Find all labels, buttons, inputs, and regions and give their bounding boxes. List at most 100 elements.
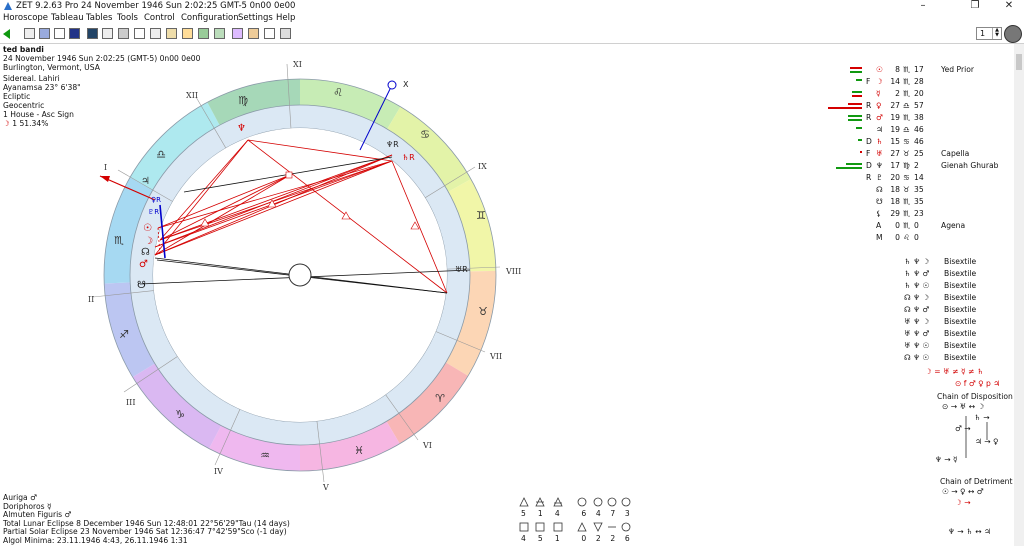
strength-bar [836,167,862,169]
saturn-retro-glyph[interactable]: ♄R [402,153,415,162]
position-fixed-star: Agena [941,221,966,230]
bisextile-glyphs: ♄ ♆ ☉ [904,281,930,290]
position-planet-glyph: ♅ [876,149,883,158]
position-planet-glyph: ♃ [876,125,883,134]
count-top-5: 4 [595,509,601,518]
reception-line-1: ☽ = ♅ ≠ ☿ ≠ ♄ [925,367,984,376]
count-bottom-2: 5 [537,534,543,543]
scrollbar-thumb[interactable] [1016,54,1022,70]
position-flag: D [866,161,872,170]
close-button[interactable]: ✕ [994,0,1024,12]
notes-button-icon[interactable] [182,28,193,39]
uranus-retro-glyph[interactable]: ♅R [455,265,468,274]
table-button-icon[interactable] [150,28,161,39]
minimize-button[interactable]: – [908,0,938,12]
calendar-button-icon[interactable] [198,28,209,39]
pluto-glyph[interactable]: ♇R [148,208,159,216]
element-counts: 5 1 4 6 4 7 3 4 5 1 0 2 2 6 [516,494,636,544]
venus-glyph[interactable]: ♀R [151,196,161,204]
position-minutes: 35 [914,197,924,206]
position-sign-glyph: ♉ [903,185,910,194]
jupiter-glyph[interactable]: ♃ [141,176,150,187]
house-xii-label: XII [186,91,198,100]
tools-button-icon[interactable] [248,28,259,39]
position-row: F ☽ 14 ♏ 28 [826,76,1024,88]
position-row: R ♂ 19 ♏ 38 [826,112,1024,124]
chart-wheel[interactable]: XI XII I II III IV V VI VII VIII IX ♌ ♍ … [0,44,560,494]
settings-button-icon[interactable] [280,28,291,39]
spinner-arrows-icon[interactable]: ▲ ▼ [992,28,1001,39]
position-degree: 19 [890,113,900,122]
position-sign-glyph: ♏ [903,221,910,230]
heart-button-icon[interactable] [134,28,145,39]
sign-glyph-virgo: ♍ [238,94,248,107]
position-sign-glyph: ♏ [903,77,910,86]
menu-help[interactable]: Help [276,12,295,25]
position-minutes: 28 [914,77,924,86]
counts-bottom-row: 4 5 1 0 2 2 6 [521,534,630,543]
position-sign-glyph: ♎ [903,125,910,134]
house-ix-label: IX [478,162,487,171]
position-planet-glyph: ♂ [876,113,883,122]
sign-glyph-aquarius: ♒ [260,449,270,462]
position-row: ☉ 8 ♏ 17 Yed Prior [826,64,1024,76]
sky-button-icon[interactable] [69,28,80,39]
north-node-glyph[interactable]: ☊ [141,247,150,258]
position-minutes: 57 [914,101,924,110]
menu-horoscope[interactable]: Horoscope [3,12,48,25]
flower-button-icon[interactable] [232,28,243,39]
count-top-1: 5 [521,509,526,518]
menu-control[interactable]: Control [144,12,175,25]
disposition-tree [965,416,988,458]
bisextile-label: Bisextile [944,305,977,314]
position-row: D ♄ 15 ♋ 46 [826,136,1024,148]
position-planet-glyph: ☋ [876,197,883,206]
position-sign-glyph: ♋ [903,137,910,146]
position-flag: R [866,173,872,182]
sign-glyph-gemini: ♊ [476,209,486,222]
position-planet-glyph: ☽ [876,77,883,86]
count-bottom-6: 2 [610,534,616,543]
menu-tools[interactable]: Tools [117,12,138,25]
position-degree: 19 [890,125,900,134]
sign-glyph-taurus: ♉ [478,305,488,318]
south-node-glyph[interactable]: ☋ [137,280,146,291]
neptune-glyph[interactable]: ♆ [237,123,246,134]
bisextile-glyphs: ☊ ♆ ☽ [904,293,930,302]
vertical-scrollbar[interactable] [1014,44,1024,546]
position-flag: R [866,101,872,110]
page-spinner[interactable]: 1 ▲ ▼ [976,27,1002,40]
moon-glyph[interactable]: ☽ [144,236,153,247]
menu-tableau[interactable]: Tableau [51,12,84,25]
calc-button-icon[interactable] [214,28,225,39]
globe-button-icon[interactable] [39,28,50,39]
position-degree: 27 [890,101,900,110]
grid-button-icon[interactable] [102,28,113,39]
maximize-button[interactable]: ❐ [960,0,990,12]
position-minutes: 20 [914,89,924,98]
detriment-row-1: ☽ → [955,498,971,507]
list-button-icon[interactable] [166,28,177,39]
position-degree: 18 [890,185,900,194]
sun-glyph[interactable]: ☉ [143,223,152,234]
mars-glyph[interactable]: ♂ [139,259,148,270]
pluto-retro-glyph[interactable]: ♆R [386,140,399,149]
menu-tables[interactable]: Tables [86,12,112,25]
wheel-button-icon[interactable] [54,28,65,39]
detriment-title: Chain of Detriment [940,477,1013,486]
position-sign-glyph: ♎ [903,101,910,110]
sign-glyph-leo: ♌ [333,86,343,99]
chart-button-icon[interactable] [24,28,35,39]
options-round-button-icon[interactable] [1004,25,1022,43]
menu-settings[interactable]: Settings [238,12,273,25]
back-arrow-icon[interactable] [3,29,11,39]
print-button-icon[interactable] [118,28,129,39]
menu-configuration[interactable]: Configuration [181,12,239,25]
house-vi-label: VI [422,441,432,450]
star-button-icon[interactable] [87,28,98,39]
count-bottom-1: 4 [521,534,526,543]
bottom-notes: Auriga ♂ Doriphoros ☿ Almuten Figuris ♂ … [3,493,290,546]
strength-bar [856,79,862,81]
window-title: ZET 9.2.63 Pro 24 November 1946 Sun 2:02… [16,1,296,11]
scale-button-icon[interactable] [264,28,275,39]
